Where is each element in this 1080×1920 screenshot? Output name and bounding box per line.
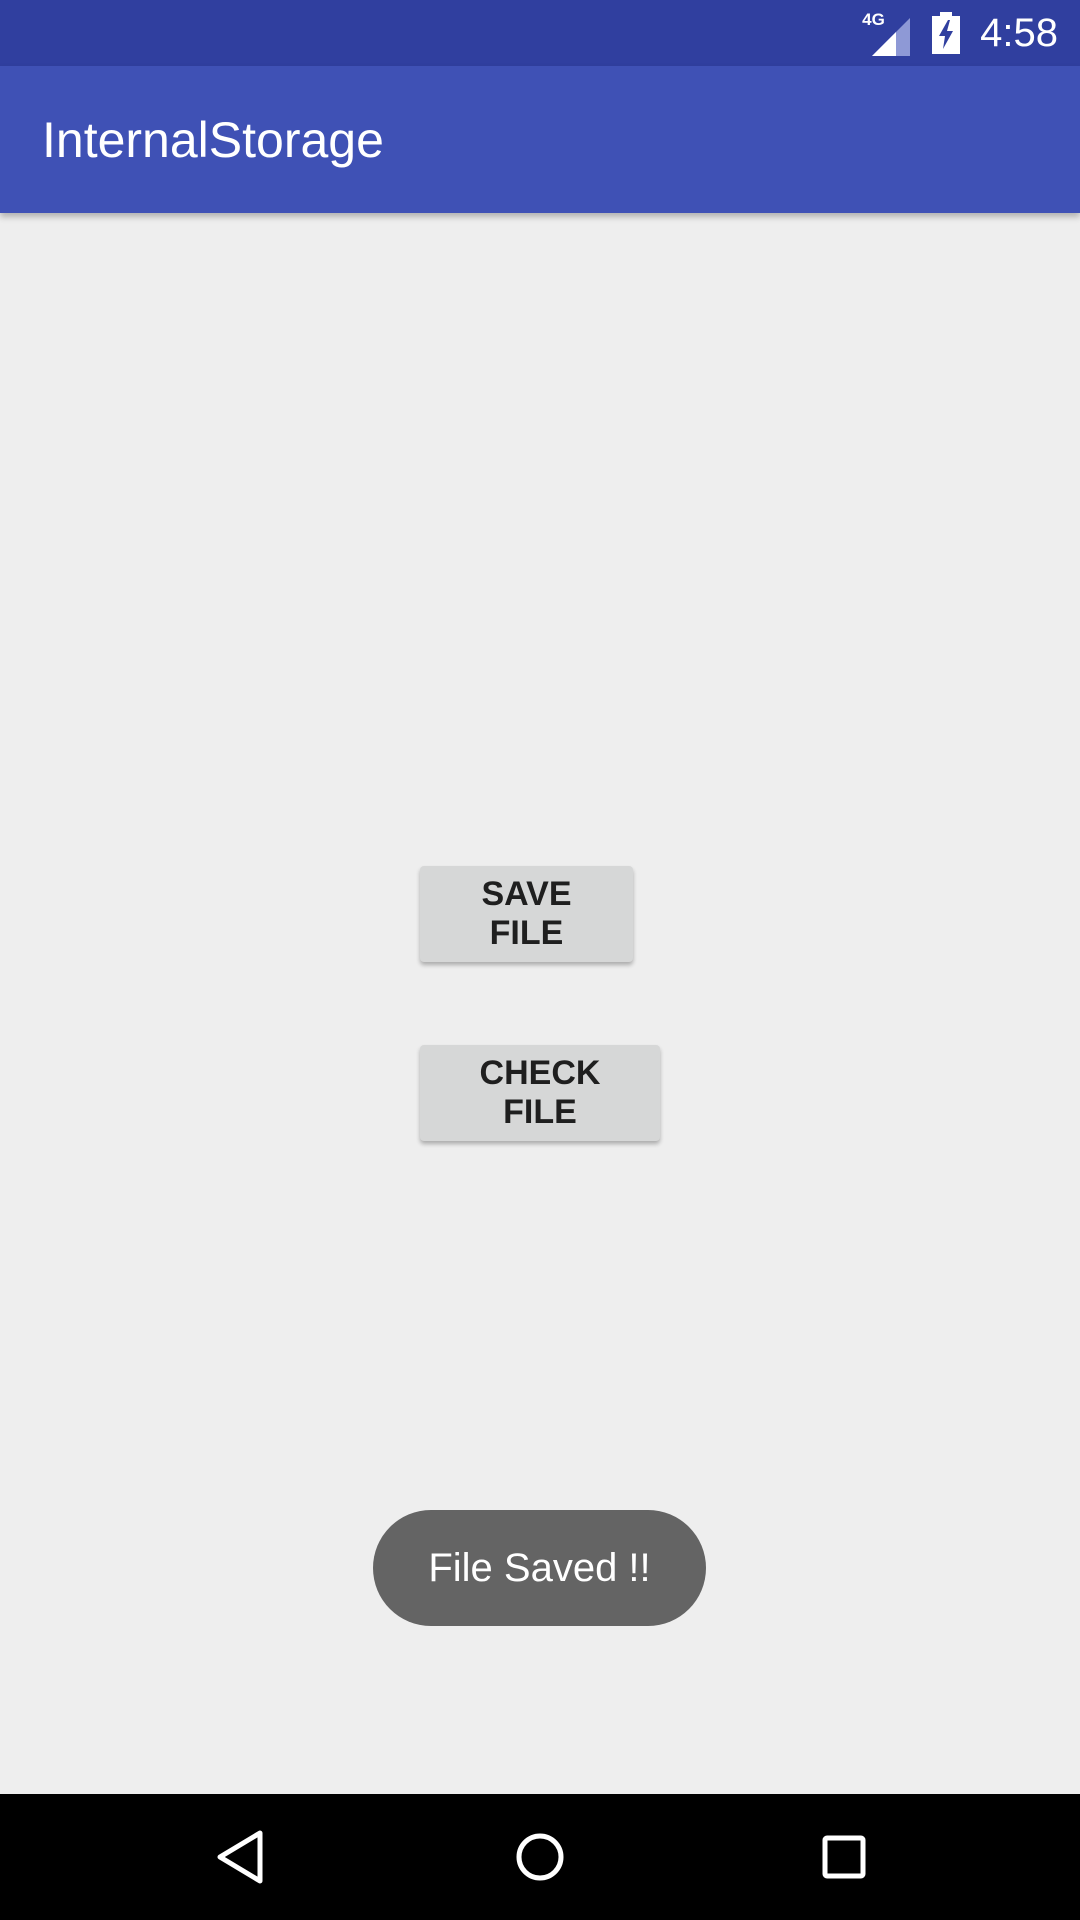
check-file-button[interactable]: CHECK FILE — [420, 1045, 660, 1141]
save-file-button[interactable]: SAVE FILE — [420, 866, 633, 962]
back-icon[interactable] — [200, 1817, 280, 1897]
app-bar: InternalStorage — [0, 66, 1080, 213]
app-title: InternalStorage — [42, 111, 384, 168]
status-icons: 4G 4:58 — [862, 0, 1058, 66]
navigation-bar — [0, 1794, 1080, 1920]
network-type-label: 4G — [862, 10, 885, 29]
home-icon[interactable] — [500, 1817, 580, 1897]
recents-icon[interactable] — [804, 1817, 884, 1897]
toast-message: File Saved !! — [373, 1510, 706, 1626]
status-clock: 4:58 — [980, 10, 1058, 55]
battery-charging-icon — [932, 12, 961, 54]
signal-icon: 4G — [862, 8, 912, 58]
status-bar: 4G 4:58 — [0, 0, 1080, 66]
